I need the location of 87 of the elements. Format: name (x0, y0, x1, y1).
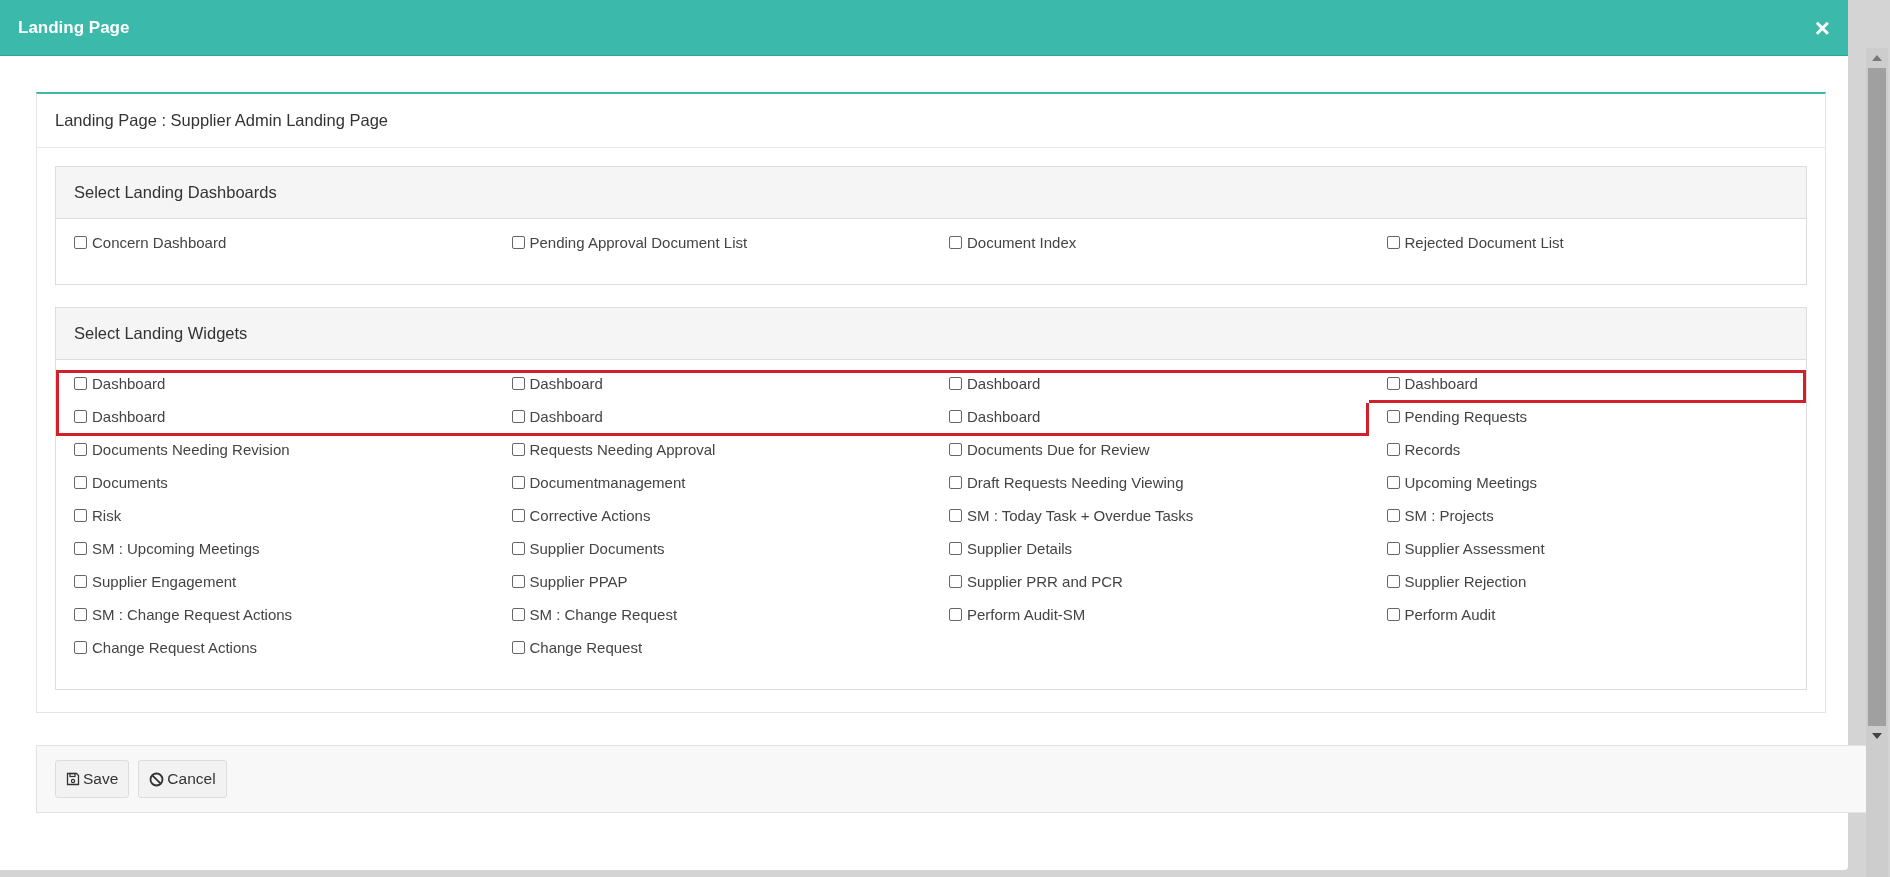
checkbox-label[interactable]: Supplier Assessment (1404, 540, 1545, 557)
section-title: Select Landing Widgets (56, 308, 1806, 360)
checkbox[interactable] (74, 608, 87, 621)
checkbox-label[interactable]: SM : Change Request (529, 606, 678, 623)
scrollbar-thumb[interactable] (1868, 68, 1886, 726)
checkbox[interactable] (949, 476, 962, 489)
checkbox[interactable] (1386, 509, 1400, 522)
checkbox-label[interactable]: Rejected Document List (1404, 234, 1564, 251)
checkbox[interactable] (511, 476, 525, 489)
checkbox[interactable] (1386, 236, 1400, 249)
checkbox-label[interactable]: Supplier PRR and PCR (967, 573, 1123, 590)
checkbox-label[interactable]: Change Request (529, 639, 643, 656)
checkbox[interactable] (949, 509, 962, 522)
checkbox[interactable] (511, 608, 525, 621)
panel-title: Landing Page : Supplier Admin Landing Page (37, 94, 1825, 148)
checkbox-label[interactable]: Perform Audit (1404, 606, 1496, 623)
checkbox-label[interactable]: SM : Change Request Actions (92, 606, 293, 623)
checkbox[interactable] (1386, 542, 1400, 555)
checkbox-label[interactable]: Requests Needing Approval (529, 441, 716, 458)
checkbox-label[interactable]: Draft Requests Needing Viewing (967, 474, 1184, 491)
checkbox[interactable] (74, 542, 87, 555)
scrollbar[interactable] (1866, 48, 1888, 877)
checkbox[interactable] (511, 542, 525, 555)
checkbox-label[interactable]: Documentmanagement (529, 474, 686, 491)
checkbox-label[interactable]: Documents Needing Revision (92, 441, 290, 458)
checkbox[interactable] (949, 377, 962, 390)
checkbox[interactable] (74, 377, 87, 390)
checkbox-label[interactable]: Records (1404, 441, 1461, 458)
scroll-down-icon[interactable] (1871, 732, 1883, 740)
checkbox[interactable] (949, 236, 962, 249)
checkbox-label[interactable]: Risk (92, 507, 122, 524)
checkbox[interactable] (949, 608, 962, 621)
checkbox-label[interactable]: Supplier Details (967, 540, 1073, 557)
checkbox-label[interactable]: Supplier PPAP (529, 573, 628, 590)
checkbox[interactable] (949, 575, 962, 588)
scroll-up-icon[interactable] (1871, 54, 1883, 62)
checkbox-label[interactable]: Dashboard (529, 375, 603, 392)
checkbox[interactable] (1386, 575, 1400, 588)
checkbox-label[interactable]: Dashboard (529, 408, 603, 425)
checkbox[interactable] (74, 509, 87, 522)
checkbox[interactable] (1386, 443, 1400, 456)
checkbox-label[interactable]: Pending Approval Document List (529, 234, 748, 251)
checkbox[interactable] (511, 641, 525, 654)
checkbox[interactable] (1386, 410, 1400, 423)
checkbox[interactable] (949, 542, 962, 555)
checkbox[interactable] (511, 377, 525, 390)
checkbox[interactable] (74, 410, 87, 423)
checkbox[interactable] (74, 641, 87, 654)
checkbox-label[interactable]: Dashboard (92, 408, 166, 425)
checkbox[interactable] (949, 443, 962, 456)
checkbox[interactable] (74, 236, 87, 249)
checkbox-label[interactable]: SM : Projects (1404, 507, 1494, 524)
checkbox-label[interactable]: Change Request Actions (92, 639, 258, 656)
checkbox[interactable] (1386, 608, 1400, 621)
checkbox[interactable] (511, 575, 525, 588)
checkbox[interactable] (511, 509, 525, 522)
checkbox-label[interactable]: Supplier Rejection (1404, 573, 1527, 590)
checkbox-label[interactable]: Document Index (967, 234, 1077, 251)
checkbox-label[interactable]: SM : Today Task + Overdue Tasks (967, 507, 1194, 524)
checkbox[interactable] (511, 443, 525, 456)
checkbox-label[interactable]: Supplier Engagement (92, 573, 237, 590)
checkbox-label[interactable]: Dashboard (967, 375, 1041, 392)
checkbox-label[interactable]: Pending Requests (1404, 408, 1528, 425)
checkbox[interactable] (1386, 377, 1400, 390)
section-title: Select Landing Dashboards (56, 167, 1806, 219)
checkbox-label[interactable]: Concern Dashboard (92, 234, 227, 251)
cancel-button[interactable]: Cancel (138, 760, 227, 798)
checkbox-label[interactable]: Corrective Actions (529, 507, 651, 524)
checkbox-label[interactable]: Dashboard (967, 408, 1041, 425)
ban-icon (149, 771, 165, 787)
checkbox-label[interactable]: Upcoming Meetings (1404, 474, 1538, 491)
checkbox[interactable] (1386, 476, 1400, 489)
checkbox-label[interactable]: Dashboard (1404, 375, 1478, 392)
checkbox-label[interactable]: Dashboard (92, 375, 166, 392)
checkbox[interactable] (74, 443, 87, 456)
checkbox-label[interactable]: Documents Due for Review (967, 441, 1150, 458)
checkbox[interactable] (511, 236, 525, 249)
checkbox-label[interactable]: Supplier Documents (529, 540, 665, 557)
checkbox[interactable] (74, 476, 87, 489)
save-button[interactable]: Save (55, 760, 130, 798)
window-title: Landing Page (18, 17, 130, 38)
checkbox[interactable] (74, 575, 87, 588)
checkbox-label[interactable]: SM : Upcoming Meetings (92, 540, 260, 557)
checkbox[interactable] (511, 410, 525, 423)
checkbox[interactable] (949, 410, 962, 423)
checkbox-label[interactable]: Perform Audit-SM (967, 606, 1086, 623)
checkbox-label[interactable]: Documents (92, 474, 168, 491)
